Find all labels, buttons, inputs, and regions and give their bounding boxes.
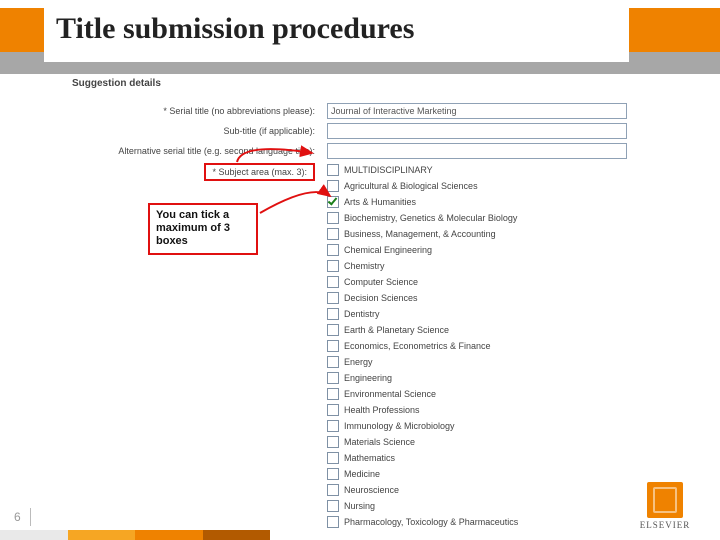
subject-area-label-wrap: * Subject area (max. 3):	[72, 163, 327, 181]
checkbox-icon[interactable]	[327, 500, 339, 512]
subject-item[interactable]: Engineering	[327, 371, 627, 385]
form-panel: Suggestion details * Serial title (no ab…	[72, 78, 627, 490]
checkbox-icon[interactable]	[327, 180, 339, 192]
subject-item-label: MULTIDISCIPLINARY	[344, 163, 433, 177]
checkbox-icon[interactable]	[327, 516, 339, 528]
checkbox-icon[interactable]	[327, 212, 339, 224]
subject-item[interactable]: Energy	[327, 355, 627, 369]
section-title: Suggestion details	[72, 78, 627, 89]
subject-item[interactable]: Dentistry	[327, 307, 627, 321]
subject-item[interactable]: Pharmacology, Toxicology & Pharmaceutics	[327, 515, 627, 529]
annotation-callout: You can tick a maximum of 3 boxes	[148, 203, 258, 255]
checkbox-icon[interactable]	[327, 260, 339, 272]
subject-item-label: Business, Management, & Accounting	[344, 227, 496, 241]
subject-item[interactable]: Decision Sciences	[327, 291, 627, 305]
subject-item[interactable]: Chemical Engineering	[327, 243, 627, 257]
checkbox-icon[interactable]	[327, 468, 339, 480]
checkbox-icon[interactable]	[327, 452, 339, 464]
subject-item-label: Neuroscience	[344, 483, 399, 497]
checkbox-icon[interactable]	[327, 340, 339, 352]
subject-item[interactable]: Medicine	[327, 467, 627, 481]
page-title: Title submission procedures	[44, 4, 629, 62]
subject-item[interactable]: Computer Science	[327, 275, 627, 289]
alt-title-label: Alternative serial title (e.g. second la…	[72, 146, 327, 156]
checkbox-icon[interactable]	[327, 196, 339, 208]
subject-item-label: Dentistry	[344, 307, 380, 321]
subject-item[interactable]: Mathematics	[327, 451, 627, 465]
sub-title-label: Sub-title (if applicable):	[72, 126, 327, 136]
subject-item-label: Economics, Econometrics & Finance	[344, 339, 491, 353]
subject-item-label: Medicine	[344, 467, 380, 481]
subject-item[interactable]: Earth & Planetary Science	[327, 323, 627, 337]
subject-item[interactable]: Nursing	[327, 499, 627, 513]
subject-item-label: Pharmacology, Toxicology & Pharmaceutics	[344, 515, 518, 529]
row-alt-title: Alternative serial title (e.g. second la…	[72, 143, 627, 159]
checkbox-icon[interactable]	[327, 404, 339, 416]
subject-item-label: Agricultural & Biological Sciences	[344, 179, 478, 193]
subject-area-label: * Subject area (max. 3):	[204, 163, 315, 181]
subject-item-label: Biochemistry, Genetics & Molecular Biolo…	[344, 211, 517, 225]
checkbox-icon[interactable]	[327, 164, 339, 176]
checkbox-icon[interactable]	[327, 388, 339, 400]
subject-item[interactable]: Arts & Humanities	[327, 195, 627, 209]
subject-area-list: MULTIDISCIPLINARY Agricultural & Biologic…	[327, 163, 627, 529]
subject-item[interactable]: Business, Management, & Accounting	[327, 227, 627, 241]
subject-item-label: Materials Science	[344, 435, 415, 449]
checkbox-icon[interactable]	[327, 228, 339, 240]
checkbox-icon[interactable]	[327, 436, 339, 448]
subject-item-label: Engineering	[344, 371, 392, 385]
subject-item[interactable]: Neuroscience	[327, 483, 627, 497]
checkbox-icon[interactable]	[327, 276, 339, 288]
subject-item-label: Immunology & Microbiology	[344, 419, 455, 433]
row-serial-title: * Serial title (no abbreviations please)…	[72, 103, 627, 119]
row-sub-title: Sub-title (if applicable):	[72, 123, 627, 139]
subject-item-label: Chemical Engineering	[344, 243, 432, 257]
checkbox-icon[interactable]	[327, 324, 339, 336]
logo-text: ELSEVIER	[630, 520, 700, 530]
subject-item[interactable]: Chemistry	[327, 259, 627, 273]
subject-item-label: Decision Sciences	[344, 291, 418, 305]
checkbox-icon[interactable]	[327, 244, 339, 256]
subject-item-label: Energy	[344, 355, 373, 369]
subject-item-label: Nursing	[344, 499, 375, 513]
serial-title-input[interactable]	[327, 103, 627, 119]
subject-item-label: Mathematics	[344, 451, 395, 465]
checkbox-icon[interactable]	[327, 484, 339, 496]
checkbox-icon[interactable]	[327, 308, 339, 320]
alt-title-input[interactable]	[327, 143, 627, 159]
serial-title-label: * Serial title (no abbreviations please)…	[72, 106, 327, 116]
subject-item[interactable]: Environmental Science	[327, 387, 627, 401]
tree-icon	[647, 482, 683, 518]
subject-item-label: Earth & Planetary Science	[344, 323, 449, 337]
subject-item-label: Health Professions	[344, 403, 420, 417]
subject-item[interactable]: Health Professions	[327, 403, 627, 417]
checkbox-icon[interactable]	[327, 420, 339, 432]
subject-item[interactable]: Agricultural & Biological Sciences	[327, 179, 627, 193]
subject-item[interactable]: Materials Science	[327, 435, 627, 449]
subject-item[interactable]: Economics, Econometrics & Finance	[327, 339, 627, 353]
subject-item-label: Computer Science	[344, 275, 418, 289]
subject-item[interactable]: Immunology & Microbiology	[327, 419, 627, 433]
checkbox-icon[interactable]	[327, 372, 339, 384]
subject-item[interactable]: Biochemistry, Genetics & Molecular Biolo…	[327, 211, 627, 225]
slide-number: 6	[14, 510, 21, 524]
footer-stripe	[0, 530, 270, 540]
checkbox-icon[interactable]	[327, 292, 339, 304]
subject-item-label: Chemistry	[344, 259, 385, 273]
subject-item-label: Environmental Science	[344, 387, 436, 401]
subject-item[interactable]: MULTIDISCIPLINARY	[327, 163, 627, 177]
publisher-logo: ELSEVIER	[630, 482, 700, 530]
checkbox-icon[interactable]	[327, 356, 339, 368]
subject-item-label: Arts & Humanities	[344, 195, 416, 209]
sub-title-input[interactable]	[327, 123, 627, 139]
